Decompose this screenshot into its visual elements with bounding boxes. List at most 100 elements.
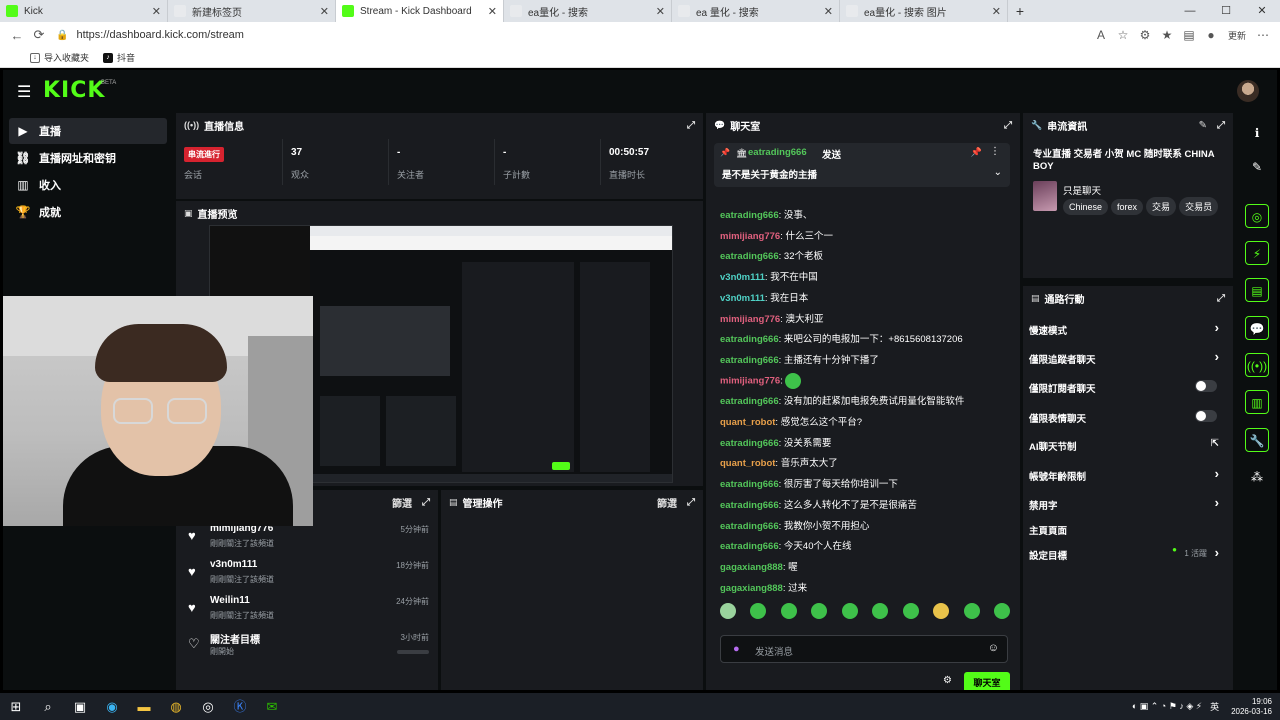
- file-explorer-icon[interactable]: ▬: [128, 693, 160, 720]
- chat-username[interactable]: eatrading666: [720, 334, 779, 345]
- chevron-right-icon[interactable]: ›: [1215, 320, 1219, 335]
- chat-icon[interactable]: 💬: [1245, 316, 1269, 340]
- chat-message[interactable]: mimijiang776:: [720, 372, 802, 389]
- chat-username[interactable]: mimijiang776: [720, 314, 780, 325]
- chevron-right-icon[interactable]: ›: [1215, 349, 1219, 364]
- popout-icon[interactable]: ⤢: [422, 497, 430, 508]
- browser-tab[interactable]: Kick ✕: [0, 0, 168, 22]
- lightning-icon[interactable]: ⚡: [1245, 241, 1269, 265]
- popout-icon[interactable]: ⤢: [1004, 120, 1012, 131]
- camera-icon[interactable]: ◎: [1245, 204, 1269, 228]
- back-icon[interactable]: ←: [6, 28, 28, 43]
- pencil-icon[interactable]: ✎: [1245, 155, 1269, 179]
- quick-action-row[interactable]: 僅限訂閱者聊天: [1029, 374, 1219, 400]
- close-tab-icon[interactable]: ✕: [488, 5, 497, 18]
- stream-tag[interactable]: Chinese: [1063, 199, 1109, 215]
- server-icon[interactable]: ▥: [1245, 390, 1269, 414]
- chat-message[interactable]: mimijiang776: 什么三个一: [720, 228, 833, 242]
- pinned-message[interactable]: 📌 🏛 eatrading666 发送 是不是关于黄金的主播 📌 ⋮ ⌄: [714, 143, 1010, 187]
- chat-username[interactable]: quant_robot: [720, 417, 775, 428]
- bookmark-douyin[interactable]: ♪ 抖音: [103, 51, 135, 64]
- quick-action-row[interactable]: 主頁頁面: [1029, 516, 1219, 542]
- reload-icon[interactable]: ⟳: [28, 27, 50, 43]
- chevron-right-icon[interactable]: ›: [1215, 495, 1219, 510]
- chat-message[interactable]: eatrading666: 没事、: [720, 207, 812, 221]
- input-language[interactable]: 英: [1210, 700, 1219, 713]
- chat-message[interactable]: v3n0m111: 我在日本: [720, 290, 808, 304]
- chat-username[interactable]: eatrading666: [720, 541, 779, 552]
- chat-username[interactable]: eatrading666: [720, 521, 779, 532]
- chat-username[interactable]: v3n0m111: [720, 293, 765, 304]
- emote-icon[interactable]: [872, 603, 889, 619]
- activity-item[interactable]: ♥ Weilin11 剛剛關注了該頻道 24分钟前: [184, 592, 429, 626]
- emote-icon[interactable]: [780, 603, 797, 619]
- browser-tab[interactable]: 新建标签页 ✕: [168, 0, 336, 22]
- minimize-icon[interactable]: —: [1172, 0, 1208, 22]
- external-link-icon[interactable]: ⇱: [1211, 438, 1219, 449]
- chat-message[interactable]: quant_robot: 音乐声太大了: [720, 455, 838, 469]
- info-icon[interactable]: ℹ: [1245, 121, 1269, 145]
- close-tab-icon[interactable]: ✕: [992, 5, 1001, 18]
- emote-icon[interactable]: [993, 603, 1010, 619]
- mic-icon[interactable]: ●: [733, 643, 740, 655]
- more-vertical-icon[interactable]: ⋮: [990, 146, 1000, 157]
- chat-username[interactable]: eatrading666: [720, 210, 779, 221]
- sidebar-item[interactable]: 🏆 成就: [9, 199, 167, 225]
- more-icon[interactable]: ⋯: [1252, 28, 1274, 42]
- emote-icon[interactable]: [841, 603, 858, 619]
- collections-icon[interactable]: ▤: [1178, 28, 1200, 42]
- sidebar-item[interactable]: ⛓ 直播网址和密钥: [9, 145, 167, 171]
- chevron-down-icon[interactable]: ⌄: [994, 167, 1002, 178]
- chat-message[interactable]: eatrading666: 主播还有十分钟下播了: [720, 352, 879, 366]
- browser-tab[interactable]: ea 量化 - 搜索 ✕: [672, 0, 840, 22]
- browser-tab[interactable]: Stream - Kick Dashboard ✕: [336, 0, 504, 22]
- update-label[interactable]: 更新: [1228, 29, 1246, 42]
- url-field[interactable]: 🔒 https://dashboard.kick.com/stream: [56, 29, 1090, 41]
- chat-message[interactable]: mimijiang776: 澳大利亚: [720, 311, 824, 325]
- extensions-icon[interactable]: ⚙: [1134, 28, 1156, 42]
- emote-icon[interactable]: [902, 603, 919, 619]
- quick-action-row[interactable]: 設定目標 ● 1 活躍 ›: [1029, 541, 1219, 567]
- close-window-icon[interactable]: ✕: [1244, 0, 1280, 22]
- chat-message[interactable]: eatrading666: 来吧公司的电报加一下：+8615608137206: [720, 331, 963, 345]
- chat-username[interactable]: quant_robot: [720, 458, 775, 469]
- chat-message[interactable]: eatrading666: 我教你小贺不用担心: [720, 518, 869, 532]
- chrome-icon[interactable]: ◍: [160, 693, 192, 720]
- chat-settings-icon[interactable]: ⚙: [943, 675, 952, 686]
- system-clock[interactable]: 19:06 2026-03-16: [1231, 697, 1272, 717]
- emote-icon[interactable]: [933, 603, 950, 619]
- quick-action-row[interactable]: 僅限追蹤者聊天 ›: [1029, 345, 1219, 371]
- stream-tag[interactable]: 交易员: [1179, 197, 1219, 216]
- chat-username[interactable]: eatrading666: [720, 251, 779, 262]
- category-name[interactable]: 只是聊天: [1063, 183, 1101, 197]
- search-icon[interactable]: ⌕: [32, 693, 64, 720]
- chat-username[interactable]: eatrading666: [720, 479, 779, 490]
- chat-username[interactable]: mimijiang776: [720, 375, 780, 386]
- tray-icons[interactable]: ◐ ▣ ⌃ ◔ ⚑ ♪ ◈ ⚡: [1132, 701, 1202, 712]
- broadcast-icon[interactable]: ((•)): [1245, 353, 1269, 377]
- chat-username[interactable]: eatrading666: [720, 500, 779, 511]
- chat-message[interactable]: gagaxiang888: 过来: [720, 580, 807, 594]
- wrench-icon[interactable]: 🔧: [1245, 428, 1269, 452]
- activity-item[interactable]: ♡ 關注者目標 剛開始 3小时前: [184, 628, 429, 662]
- edge-icon[interactable]: ◉: [96, 693, 128, 720]
- quick-action-row[interactable]: 禁用字 ›: [1029, 491, 1219, 517]
- kick-app-icon[interactable]: Ⓚ: [224, 693, 256, 720]
- toggle-switch[interactable]: [1195, 410, 1217, 422]
- bookmark-import[interactable]: ↓ 导入收藏夹: [30, 51, 89, 64]
- apps-icon[interactable]: ⁂: [1245, 465, 1269, 489]
- browser-tab[interactable]: ea量化 - 搜索 图片 ✕: [840, 0, 1008, 22]
- wechat-icon[interactable]: ✉: [256, 693, 288, 720]
- edit-icon[interactable]: ✎: [1199, 120, 1207, 131]
- obs-icon[interactable]: ◎: [192, 693, 224, 720]
- favorite-star-icon[interactable]: ☆: [1112, 28, 1134, 42]
- chat-message[interactable]: eatrading666: 32个老板: [720, 248, 823, 262]
- close-tab-icon[interactable]: ✕: [824, 5, 833, 18]
- document-icon[interactable]: ▤: [1245, 278, 1269, 302]
- chat-message[interactable]: eatrading666: 没关系需要: [720, 435, 831, 449]
- windows-start-icon[interactable]: ⊞: [0, 693, 32, 720]
- close-tab-icon[interactable]: ✕: [656, 5, 665, 18]
- quick-action-row[interactable]: 僅限表情聊天: [1029, 404, 1219, 430]
- chat-username[interactable]: eatrading666: [720, 438, 779, 449]
- popout-icon[interactable]: ⤢: [687, 497, 695, 508]
